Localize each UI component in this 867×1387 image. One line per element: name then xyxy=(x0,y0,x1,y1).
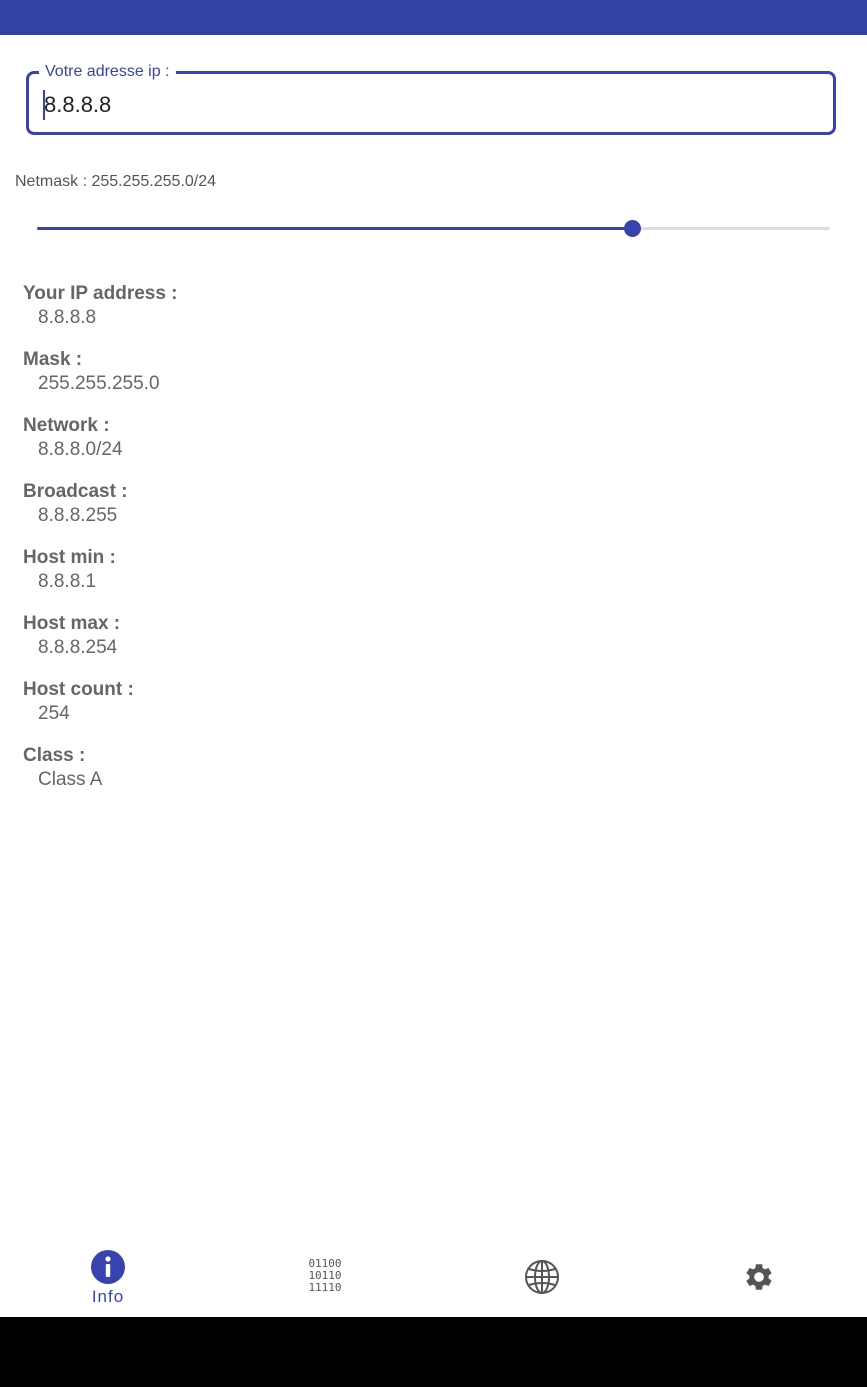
info-item-mask: Mask : 255.255.255.0 xyxy=(23,348,178,414)
netmask-slider[interactable] xyxy=(37,219,830,239)
info-title: Class : xyxy=(23,745,86,766)
info-item-host-min: Host min : 8.8.8.1 xyxy=(23,546,178,612)
network-info-list: Your IP address : 8.8.8.8 Mask : 255.255… xyxy=(23,282,178,810)
info-item-network: Network : 8.8.8.0/24 xyxy=(23,414,178,480)
info-title: Broadcast : xyxy=(23,481,128,502)
ip-address-label: Votre adresse ip : xyxy=(39,62,176,82)
globe-icon xyxy=(525,1260,559,1294)
slider-thumb[interactable] xyxy=(623,220,641,237)
info-value: 8.8.8.255 xyxy=(38,505,118,526)
info-title: Your IP address : xyxy=(23,283,178,304)
info-item-host-count: Host count : 254 xyxy=(23,678,178,744)
binary-icon: 01100 10110 11110 xyxy=(308,1257,342,1294)
info-title: Host count : xyxy=(23,679,134,700)
ip-address-value[interactable]: 8.8.8.8 xyxy=(44,92,111,118)
netmask-label: Netmask : 255.255.255.0/24 xyxy=(15,173,217,190)
info-icon xyxy=(91,1250,125,1284)
info-title: Host max : xyxy=(23,613,121,634)
info-value: 255.255.255.0 xyxy=(38,373,160,394)
nav-item-settings[interactable] xyxy=(651,1240,867,1317)
gear-icon xyxy=(746,1264,772,1290)
ip-address-input[interactable]: Votre adresse ip : 8.8.8.8 xyxy=(26,62,836,135)
app-screen: Votre adresse ip : 8.8.8.8 Netmask : 255… xyxy=(0,0,867,1387)
info-title: Network : xyxy=(23,415,110,436)
info-value: 8.8.8.0/24 xyxy=(38,439,123,460)
info-value: 254 xyxy=(38,703,70,724)
info-value: Class A xyxy=(38,769,103,790)
info-title: Host min : xyxy=(23,547,116,568)
bottom-navigation: Info 01100 10110 11110 xyxy=(0,1240,867,1317)
info-title: Mask : xyxy=(23,349,83,370)
nav-item-binary[interactable]: 01100 10110 11110 xyxy=(217,1240,433,1317)
status-bar xyxy=(0,0,867,35)
info-value: 8.8.8.1 xyxy=(38,571,97,592)
nav-item-globe[interactable] xyxy=(434,1240,650,1317)
slider-active-track xyxy=(37,227,632,230)
info-item-ip-address: Your IP address : 8.8.8.8 xyxy=(23,282,178,348)
info-item-broadcast: Broadcast : 8.8.8.255 xyxy=(23,480,178,546)
info-value: 8.8.8.8 xyxy=(38,307,97,328)
nav-item-info[interactable]: Info xyxy=(0,1240,216,1317)
nav-item-info-label: Info xyxy=(91,1287,125,1306)
info-item-class: Class : Class A xyxy=(23,744,178,810)
info-item-host-max: Host max : 8.8.8.254 xyxy=(23,612,178,678)
info-value: 8.8.8.254 xyxy=(38,637,118,658)
system-navigation-bar xyxy=(0,1317,867,1387)
